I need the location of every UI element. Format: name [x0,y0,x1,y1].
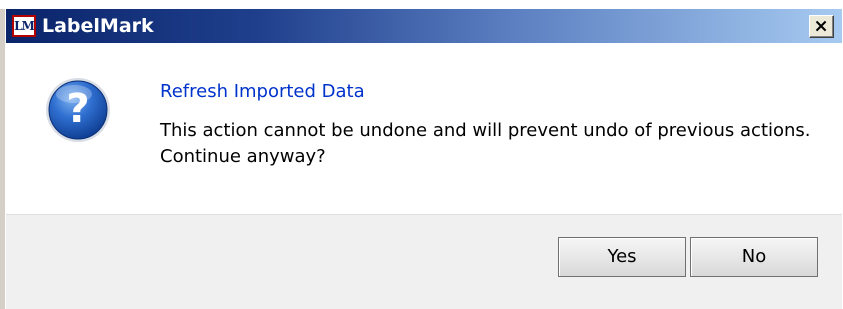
question-icon: ? [46,78,110,142]
app-logo: LM [12,15,36,37]
button-area: Yes No [6,214,842,309]
title-bar[interactable]: LM LabelMark [6,9,842,43]
close-icon [815,20,827,32]
no-button[interactable]: No [690,237,818,277]
message-area: ? Refresh Imported Data This action cann… [6,43,842,214]
yes-button[interactable]: Yes [558,237,686,277]
close-button[interactable] [809,15,834,38]
message-body: This action cannot be undone and will pr… [160,120,811,167]
message-heading: Refresh Imported Data [160,81,365,102]
svg-text:?: ? [66,86,89,132]
window-title: LabelMark [42,15,154,37]
message-dialog: LM LabelMark ? Refresh Imported Data Thi… [0,0,843,309]
